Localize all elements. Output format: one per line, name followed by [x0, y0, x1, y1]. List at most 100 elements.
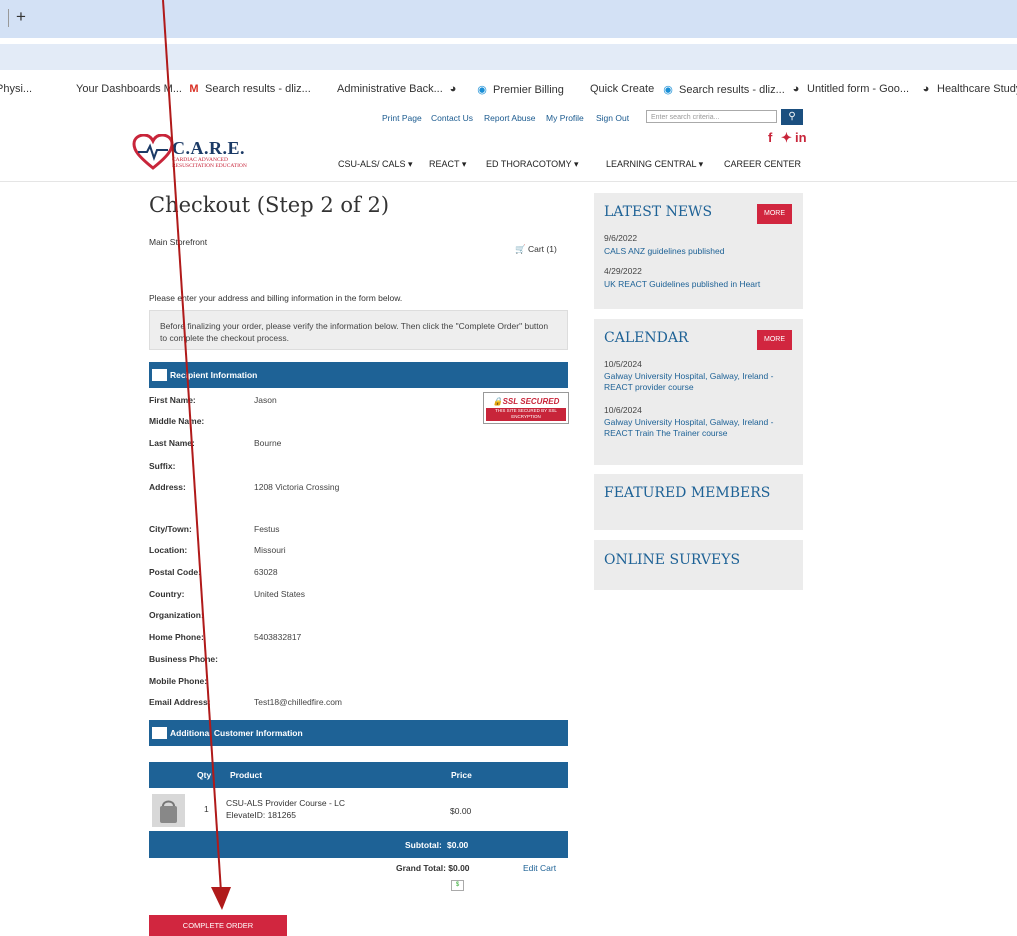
- field-label: Home Phone:: [149, 632, 204, 642]
- product-header: Product: [230, 770, 263, 780]
- globe-icon: ◕: [449, 83, 457, 95]
- field-label: Business Phone:: [149, 654, 218, 664]
- calendar-title: CALENDAR: [604, 330, 689, 346]
- new-tab-button[interactable]: +: [16, 7, 26, 27]
- field-value-first-name: Jason: [254, 395, 277, 405]
- verify-note: Before finalizing your order, please ver…: [149, 310, 568, 350]
- complete-order-button[interactable]: COMPLETE ORDER: [149, 915, 287, 936]
- bookmark-item[interactable]: Your Dashboards M...: [76, 83, 182, 95]
- facebook-icon[interactable]: f: [768, 130, 772, 145]
- subtotal-value: $0.00: [447, 840, 469, 850]
- subtotal-label: Subtotal:: [405, 840, 442, 850]
- news-date: 9/6/2022: [604, 233, 638, 243]
- nav-react[interactable]: REACT ▾: [429, 159, 466, 170]
- nav-csu-als[interactable]: CSU-ALS/ CALS ▾: [338, 159, 413, 170]
- field-label: City/Town:: [149, 524, 192, 534]
- bookmark-item[interactable]: M Search results - dliz...: [188, 83, 310, 95]
- field-value-location: Missouri: [254, 545, 286, 555]
- gmail-icon: M: [189, 83, 199, 95]
- intro-text: Please enter your address and billing in…: [149, 293, 403, 303]
- att-icon: ◉: [663, 84, 673, 96]
- bookmark-item[interactable]: ◕: [447, 83, 464, 95]
- arrow-head: [211, 887, 231, 910]
- search-icon: ⚲: [788, 111, 796, 122]
- address-bar[interactable]: [0, 44, 1017, 70]
- field-value-country: United States: [254, 589, 306, 599]
- print-page-link[interactable]: Print Page: [382, 113, 422, 123]
- edit-cart-link[interactable]: Edit Cart: [523, 863, 556, 873]
- field-label: Middle Name:: [149, 416, 205, 426]
- field-value-postal-code: 63028: [254, 567, 278, 577]
- featured-members-panel: FEATURED MEMBERS: [594, 474, 803, 530]
- nav-career-center[interactable]: CAREER CENTER: [724, 159, 801, 169]
- event-date: 10/5/2024: [604, 359, 642, 369]
- field-label: Email Address:: [149, 697, 211, 707]
- field-label: Postal Code:: [149, 567, 201, 577]
- twitter-icon[interactable]: ✦: [781, 130, 792, 146]
- item-qty: 1: [204, 804, 209, 814]
- globe-icon: ◕: [922, 83, 930, 95]
- field-value-email: Test18@chilledfire.com: [254, 697, 342, 707]
- field-label: Suffix:: [149, 461, 176, 471]
- lock-icon: 🔒: [492, 397, 503, 406]
- linkedin-icon[interactable]: in: [795, 130, 807, 145]
- cart-link[interactable]: 🛒 Cart (1): [515, 244, 557, 255]
- globe-icon: ◕: [792, 83, 800, 95]
- event-link[interactable]: Galway University Hospital, Galway, Irel…: [604, 417, 799, 439]
- online-surveys-panel: ONLINE SURVEYS: [594, 540, 803, 590]
- field-value-last-name: Bourne: [254, 438, 282, 448]
- search-button[interactable]: ⚲: [781, 109, 803, 125]
- my-profile-link[interactable]: My Profile: [546, 113, 584, 123]
- ssl-subtitle: THIS SITE SECURED BY SSL ENCRYPTION: [486, 408, 566, 421]
- header-divider: [0, 181, 1017, 182]
- order-table-header: Qty Product Price: [149, 762, 568, 788]
- logo-title: C.A.R.E.: [172, 138, 246, 158]
- sign-out-link[interactable]: Sign Out: [596, 113, 629, 123]
- search-input[interactable]: Enter search criteria...: [646, 110, 777, 123]
- grand-total: Grand Total: $0.00: [396, 863, 470, 873]
- news-link[interactable]: UK REACT Guidelines published in Heart: [604, 279, 799, 290]
- event-date: 10/6/2024: [604, 405, 642, 415]
- tab-strip: [0, 0, 1017, 38]
- page-title: Checkout (Step 2 of 2): [149, 193, 390, 217]
- calendar-panel: CALENDAR MORE 10/5/2024 Galway Universit…: [594, 319, 803, 465]
- payment-icon: $: [451, 880, 464, 891]
- storefront-link[interactable]: Main Storefront: [149, 237, 207, 247]
- news-link[interactable]: CALS ANZ guidelines published: [604, 246, 799, 257]
- logo-subtitle: CARDIAC ADVANCED RESUSCITATION EDUCATION: [172, 157, 247, 169]
- item-price: $0.00: [450, 806, 472, 816]
- featured-members-title: FEATURED MEMBERS: [604, 485, 771, 501]
- bookmark-item[interactable]: ◉ Premier Billing: [476, 83, 564, 96]
- ssl-title: 🔒SSL SECURED: [486, 396, 566, 407]
- heart-logo-icon[interactable]: [132, 134, 174, 170]
- field-label: Address:: [149, 482, 186, 492]
- nav-learning-central[interactable]: LEARNING CENTRAL ▾: [606, 159, 703, 170]
- item-elevate-id: ElevateID: 181265: [226, 810, 296, 820]
- field-label: Last Name:: [149, 438, 195, 448]
- section-icon: [152, 369, 167, 381]
- additional-info-header: Additional Customer Information: [149, 720, 568, 746]
- bookmark-item[interactable]: ◕ Untitled form - Goo...: [790, 83, 909, 95]
- bookmarks-bar: Physi... Your Dashboards M... MSearch re…: [0, 77, 1017, 105]
- bookmark-item[interactable]: Administrative Back...: [337, 83, 443, 95]
- field-label: Country:: [149, 589, 185, 599]
- bookmark-item[interactable]: Physi...: [0, 83, 32, 95]
- item-product-name: CSU-ALS Provider Course - LC: [226, 798, 346, 808]
- contact-us-link[interactable]: Contact Us: [431, 113, 473, 123]
- section-icon: [152, 727, 167, 739]
- latest-news-more-button[interactable]: MORE: [757, 204, 792, 224]
- event-link[interactable]: Galway University Hospital, Galway, Irel…: [604, 371, 799, 393]
- bookmark-item[interactable]: ◕ Healthcare Study: [920, 83, 1017, 95]
- nav-ed-thoracotomy[interactable]: ED THORACOTOMY ▾: [486, 159, 579, 170]
- att-icon: ◉: [477, 84, 487, 96]
- bookmark-item[interactable]: Quick Create: [590, 83, 654, 95]
- ssl-badge: 🔒SSL SECURED THIS SITE SECURED BY SSL EN…: [483, 392, 569, 424]
- field-label: Location:: [149, 545, 188, 555]
- subtotal-bar: Subtotal: $0.00: [149, 831, 568, 858]
- price-header: Price: [451, 770, 472, 780]
- report-abuse-link[interactable]: Report Abuse: [484, 113, 536, 123]
- online-surveys-title: ONLINE SURVEYS: [604, 552, 741, 568]
- field-label: Organization:: [149, 610, 204, 620]
- bookmark-item[interactable]: ◉ Search results - dliz...: [662, 83, 785, 96]
- calendar-more-button[interactable]: MORE: [757, 330, 792, 350]
